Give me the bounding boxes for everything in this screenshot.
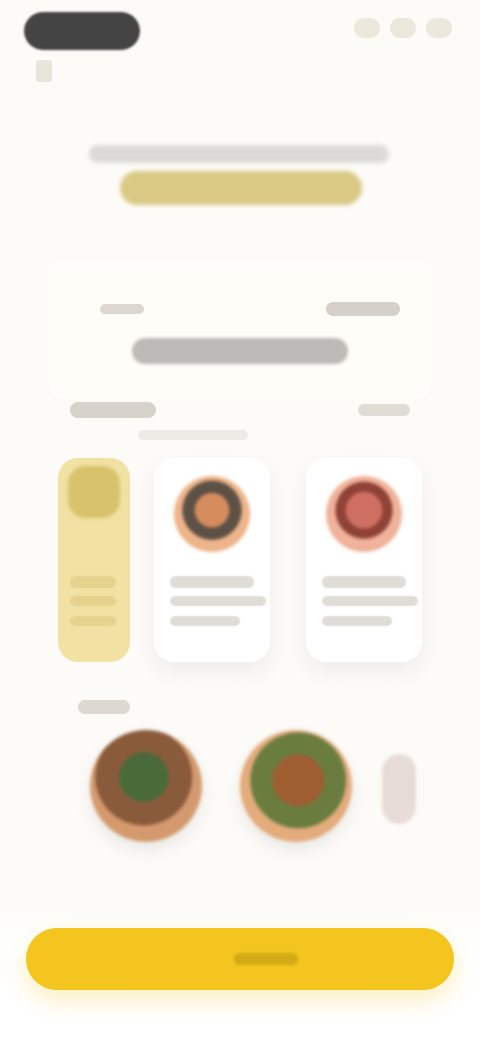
card-line (70, 596, 116, 606)
content-card (48, 260, 432, 400)
menu-dot-1[interactable] (354, 18, 380, 38)
headline (84, 145, 394, 168)
section-label (78, 700, 130, 714)
top-actions (354, 18, 452, 38)
card-line (322, 596, 418, 606)
food-image[interactable] (90, 730, 202, 842)
card-line (70, 576, 116, 588)
list-header-left (70, 402, 156, 418)
card-line (322, 576, 406, 588)
card-line (170, 576, 254, 588)
button-label (234, 953, 298, 965)
primary-action-button[interactable] (26, 928, 454, 990)
list-header (70, 400, 410, 420)
food-image-partial[interactable] (382, 754, 416, 824)
app-screen (0, 0, 480, 1040)
menu-dot-3[interactable] (426, 18, 452, 38)
food-image (174, 476, 250, 552)
status-row (100, 300, 400, 322)
food-image (68, 466, 120, 518)
food-image (326, 476, 402, 552)
section-title (132, 338, 348, 364)
headline-highlight (120, 171, 362, 205)
recipe-carousel (58, 458, 422, 678)
recipe-card-partial[interactable] (58, 458, 130, 662)
menu-dot-2[interactable] (390, 18, 416, 38)
featured-foods (90, 730, 416, 842)
recipe-card[interactable] (306, 458, 422, 662)
headline-line (89, 145, 389, 163)
brand-logo[interactable] (24, 12, 140, 50)
list-header-right[interactable] (358, 404, 410, 416)
card-line (170, 616, 240, 626)
card-line (170, 596, 266, 606)
food-image[interactable] (240, 730, 352, 842)
top-bar (0, 0, 480, 82)
status-left (100, 304, 144, 314)
card-line (70, 616, 116, 626)
card-line (322, 616, 392, 626)
status-right (326, 302, 400, 316)
list-subtitle (138, 430, 248, 440)
small-mark-icon (36, 60, 52, 82)
recipe-card[interactable] (154, 458, 270, 662)
